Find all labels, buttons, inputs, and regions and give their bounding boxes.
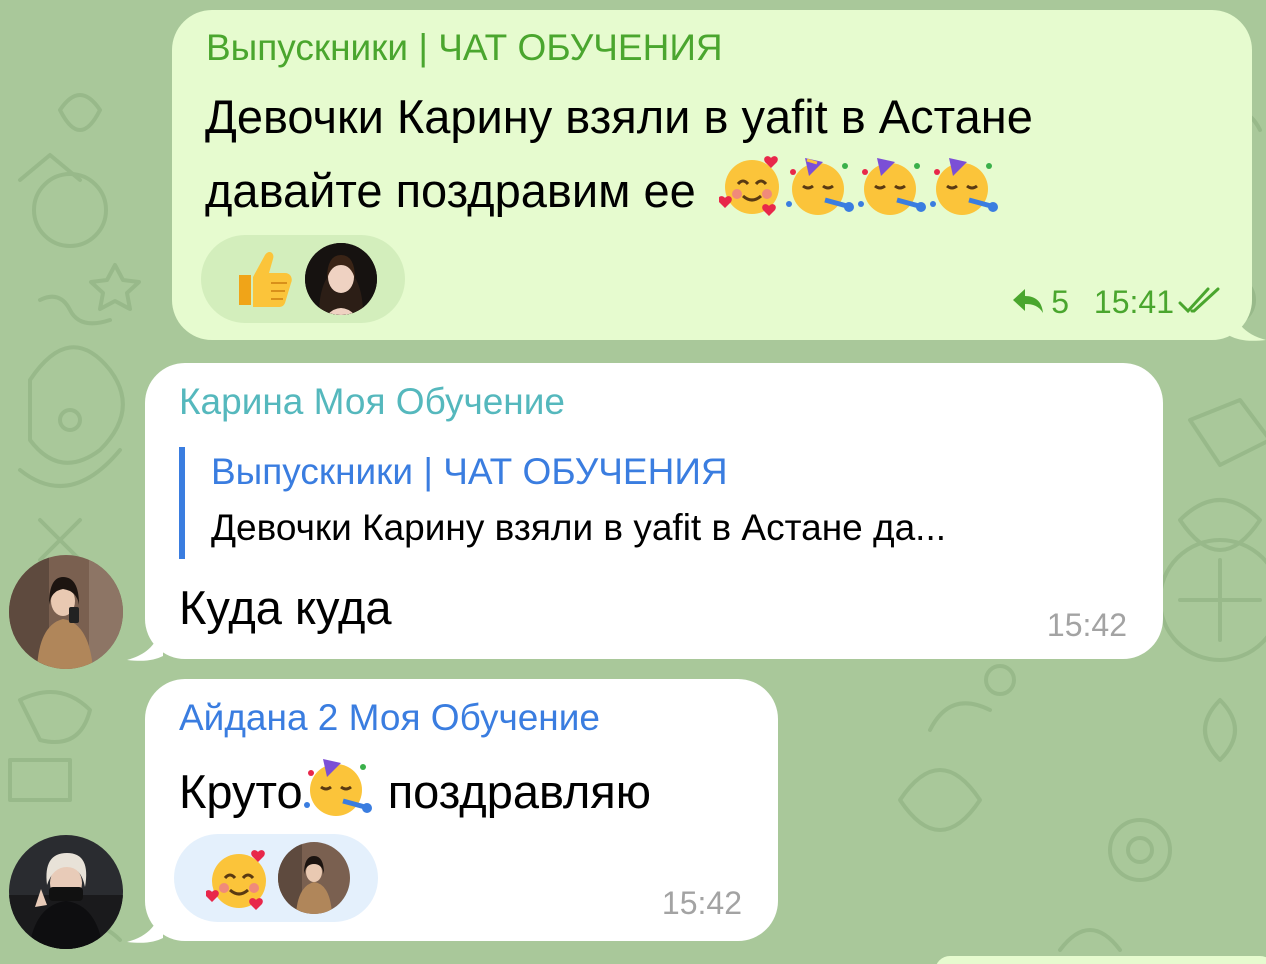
smiling-face-with-hearts-icon: [717, 152, 785, 237]
reaction-user-avatar[interactable]: [305, 243, 377, 315]
message-text-before: Круто: [179, 764, 303, 818]
reply-quote[interactable]: Выпускники | ЧАТ ОБУЧЕНИЯ Девочки Карину…: [179, 447, 1139, 559]
reactions-bar[interactable]: [174, 834, 378, 922]
message-bubble-aidana[interactable]: Айдана 2 Моя Обучение Круто поздравляю 1…: [145, 679, 778, 941]
replies-count: 5: [1051, 284, 1070, 320]
bubble-tail-incoming: [127, 620, 163, 661]
quote-author: Выпускники | ЧАТ ОБУЧЕНИЯ: [211, 451, 728, 492]
partying-face-icon: [929, 152, 1001, 237]
reaction-user-avatar[interactable]: [278, 842, 350, 914]
bubble-tail-outgoing: [1230, 300, 1266, 341]
reply-arrow-icon: [1011, 286, 1045, 323]
sender-name[interactable]: Айдана 2 Моя Обучение: [179, 697, 600, 739]
message-time: 15:42: [1046, 607, 1127, 643]
sender-name[interactable]: Карина Моя Обучение: [179, 381, 565, 423]
message-text: Куда куда: [179, 581, 392, 634]
double-check-icon: [1178, 286, 1222, 323]
bubble-tail-incoming: [127, 902, 163, 943]
message-time: 15:42: [661, 885, 742, 921]
forwarded-from-label[interactable]: Выпускники | ЧАТ ОБУЧЕНИЯ: [206, 27, 723, 69]
next-message-bubble-partial[interactable]: [935, 956, 1266, 964]
sender-avatar-karina[interactable]: [9, 555, 123, 669]
message-text-line-2: давайте поздравим ее: [205, 152, 1001, 237]
partying-face-icon: [785, 152, 857, 237]
partying-face-icon: [857, 152, 929, 237]
message-text: Круто поздравляю: [179, 753, 651, 838]
smiling-face-with-hearts-icon[interactable]: [205, 846, 272, 917]
message-bubble-forwarded[interactable]: Выпускники | ЧАТ ОБУЧЕНИЯ Девочки Карину…: [172, 10, 1252, 340]
message-bubble-karina[interactable]: Карина Моя Обучение Выпускники | ЧАТ ОБУ…: [145, 363, 1163, 659]
sender-avatar-aidana[interactable]: [9, 835, 123, 949]
message-text-after: поздравляю: [374, 764, 651, 818]
thumbs-up-icon[interactable]: [231, 249, 295, 314]
message-time: 15:41: [1093, 284, 1174, 320]
message-meta: 5 15:41: [1011, 284, 1222, 323]
partying-face-icon: [303, 753, 375, 838]
message-text-line-1: Девочки Карину взяли в yafit в Астане: [205, 90, 1033, 143]
quote-text: Девочки Карину взяли в yafit в Астане да…: [211, 507, 947, 548]
reactions-bar[interactable]: [201, 235, 405, 323]
message-text-line-2-label: давайте поздравим ее: [205, 163, 696, 217]
